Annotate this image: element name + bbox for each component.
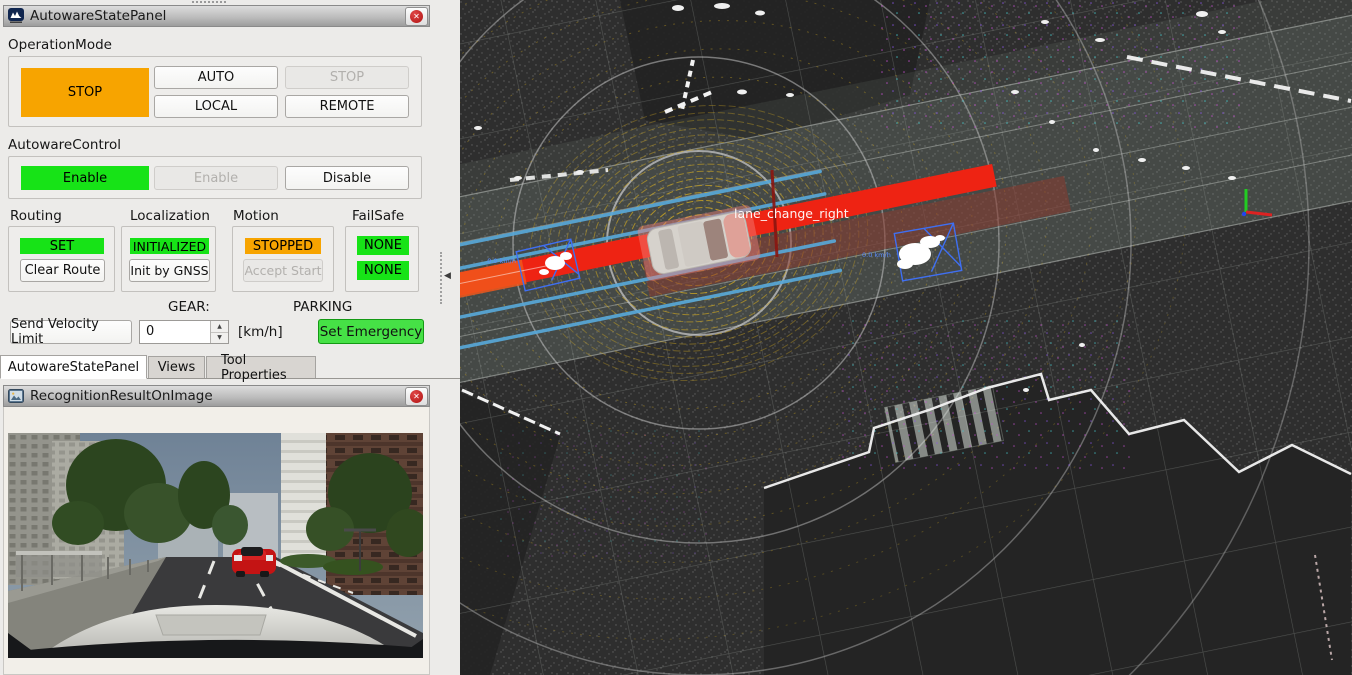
state-panel-titlebar[interactable]: AutowareStatePanel: [3, 5, 430, 27]
failsafe-group: NONE NONE: [345, 226, 419, 292]
recognition-panel-close-button[interactable]: ✕: [405, 387, 428, 406]
spin-down-icon[interactable]: ▼: [211, 333, 228, 344]
mrm-behavior: NONE: [357, 261, 409, 280]
tab-views[interactable]: Views: [148, 356, 205, 378]
object-velocity-label: 0.0 km/h: [862, 251, 891, 259]
set-emergency-button[interactable]: Set Emergency: [318, 319, 424, 344]
splitter-collapse-icon[interactable]: ◀: [444, 271, 451, 281]
lidar-scene: 0.0 km/h 0.0 km/h: [460, 0, 1352, 675]
velocity-unit-label: [km/h]: [238, 324, 283, 340]
close-icon: ✕: [410, 390, 423, 403]
panel-title: AutowareStatePanel: [30, 8, 166, 24]
velocity-limit-spinbox[interactable]: 0 ▲ ▼: [139, 320, 229, 344]
spin-up-icon[interactable]: ▲: [211, 321, 228, 333]
enable-control-button[interactable]: Enable: [154, 166, 278, 190]
gear-label: GEAR:: [168, 299, 210, 315]
tab-tool-properties[interactable]: Tool Properties: [206, 356, 316, 378]
motion-label: Motion: [233, 208, 279, 224]
velocity-limit-value[interactable]: 0: [140, 321, 210, 343]
mrm-state: NONE: [357, 236, 409, 255]
rviz-3d-view[interactable]: 0.0 km/h 0.0 km/h: [460, 0, 1352, 675]
gear-value: PARKING: [293, 299, 352, 315]
motion-group: STOPPED Accept Start: [232, 226, 334, 292]
operation-mode-label: OperationMode: [8, 37, 112, 53]
localization-label: Localization: [130, 208, 210, 224]
dock-tabbar: AutowareStatePanel Views Tool Properties: [0, 354, 460, 379]
tab-autoware-state-panel[interactable]: AutowareStatePanel: [0, 355, 147, 379]
operation-mode-group: STOP AUTO STOP LOCAL REMOTE: [8, 56, 422, 127]
localization-state: INITIALIZED: [130, 238, 209, 254]
recognition-panel-titlebar[interactable]: RecognitionResultOnImage: [3, 385, 430, 407]
failsafe-label: FailSafe: [352, 208, 404, 224]
autoware-logo-icon: [8, 8, 24, 24]
routing-group: SET Clear Route: [8, 226, 115, 292]
path-module-label: lane_change_right: [734, 206, 849, 221]
camera-image: [8, 433, 423, 658]
autoware-control-label: AutowareControl: [8, 137, 121, 153]
rviz-window: 0.0 km/h 0.0 km/h: [0, 0, 1352, 675]
image-panel-icon: [8, 388, 24, 404]
routing-label: Routing: [10, 208, 62, 224]
stop-mode-button[interactable]: STOP: [285, 66, 409, 89]
auto-mode-button[interactable]: AUTO: [154, 66, 278, 89]
autoware-control-group: Enable Enable Disable: [8, 156, 422, 199]
accept-start-button[interactable]: Accept Start: [243, 259, 323, 282]
init-by-gnss-button[interactable]: Init by GNSS: [129, 259, 210, 282]
red-car: [232, 547, 276, 577]
close-icon: ✕: [410, 10, 423, 23]
panel-title: RecognitionResultOnImage: [30, 388, 213, 404]
state-panel-close-button[interactable]: ✕: [405, 7, 428, 26]
localization-group: INITIALIZED Init by GNSS: [121, 226, 216, 292]
clear-route-button[interactable]: Clear Route: [20, 259, 105, 282]
control-enable-state: Enable: [21, 166, 149, 190]
motion-state: STOPPED: [245, 238, 321, 254]
remote-mode-button[interactable]: REMOTE: [285, 95, 409, 118]
disable-control-button[interactable]: Disable: [285, 166, 409, 190]
send-velocity-limit-button[interactable]: Send Velocity Limit: [10, 320, 132, 344]
local-mode-button[interactable]: LOCAL: [154, 95, 278, 118]
object-velocity-label: 0.0 km/h: [487, 257, 516, 265]
operation-mode-current: STOP: [21, 68, 149, 117]
pane-splitter[interactable]: ◀: [438, 252, 452, 304]
routing-state: SET: [20, 238, 104, 254]
left-dock: AutowareStatePanel ✕ OperationMode STOP …: [0, 0, 460, 675]
